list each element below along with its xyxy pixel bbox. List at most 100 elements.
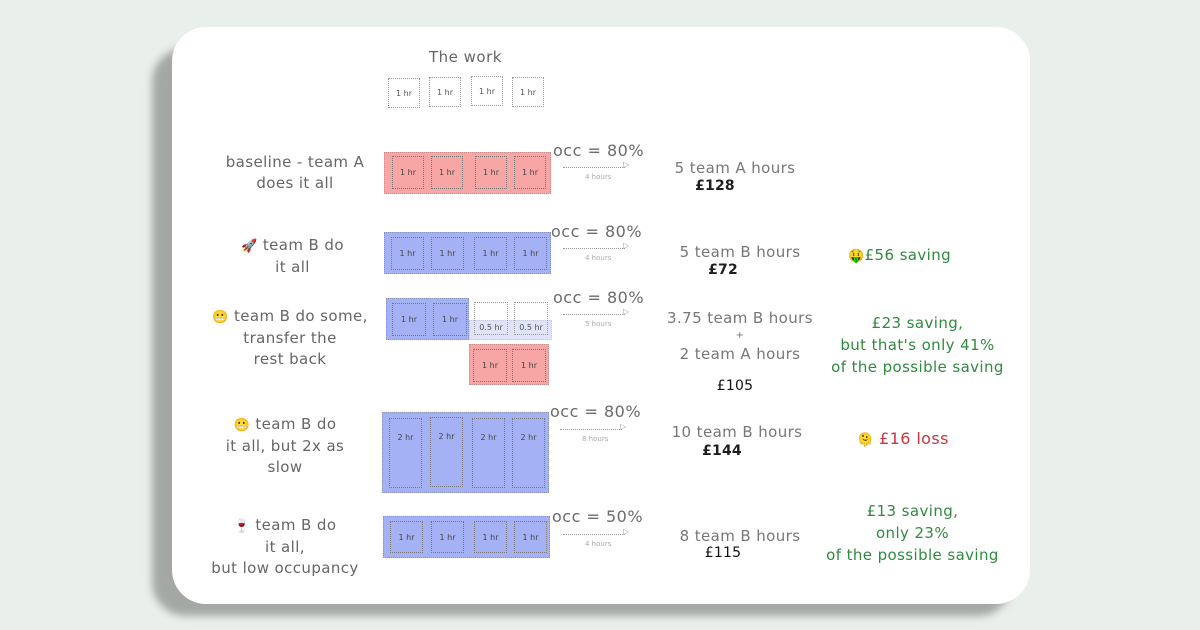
outcome-line: of the possible saving xyxy=(826,546,999,564)
label-line: transfer the xyxy=(243,329,337,347)
label-line: rest back xyxy=(253,350,327,368)
task-block: 1 hr xyxy=(475,156,507,189)
duration-arrow: ▷ 4 hours xyxy=(563,527,633,550)
cost-value: £128 xyxy=(695,178,735,194)
task-block: 2 hr xyxy=(512,418,545,488)
label-line: it all xyxy=(275,258,310,276)
scenario-label-team-b-slow: 😬 team B do it all, but 2x as slow xyxy=(205,414,365,478)
hours-line: 5 team A hours xyxy=(674,159,796,177)
rocket-icon: 🚀 xyxy=(241,239,258,254)
outcome-saving: 🤑£56 saving xyxy=(848,244,951,268)
work-task: 1 hr xyxy=(388,78,420,108)
task-block: 1 hr xyxy=(392,156,424,189)
hours-line: 8 team B hours xyxy=(679,527,801,545)
scenario-label-team-b-some: 😬 team B do some, transfer the rest back xyxy=(200,306,380,370)
task-block-partial: 0.5 hr xyxy=(474,302,508,335)
hours-summary: 8 team B hours xyxy=(645,525,835,547)
hours-summary: 10 team B hours xyxy=(642,421,832,443)
team-a-band: 1 hr 1 hr 1 hr 1 hr xyxy=(384,152,551,194)
hours-line: 2 team A hours xyxy=(679,345,801,363)
melting-face-icon: 🫠 xyxy=(857,433,874,448)
work-title: The work xyxy=(429,48,502,66)
duration-label: 4 hours xyxy=(585,173,612,181)
label-line: team B do xyxy=(255,415,337,433)
occupancy-text: occ = 80% xyxy=(553,141,645,160)
task-block: 1 hr xyxy=(514,237,547,270)
hours-plus: + xyxy=(735,330,745,341)
grimacing-face-icon: 😬 xyxy=(212,310,229,325)
work-task: 1 hr xyxy=(471,76,503,106)
hours-line: 3.75 team B hours xyxy=(667,309,813,327)
scenario-label-team-b-all: 🚀 team B do it all xyxy=(205,235,380,278)
duration-arrow: ▷ 4 hours xyxy=(563,160,633,183)
occupancy-text: occ = 80% xyxy=(550,402,642,421)
task-block: 1 hr xyxy=(512,349,546,382)
label-line: does it all xyxy=(256,174,334,192)
duration-label: 4 hours xyxy=(585,540,612,548)
arrow-head-icon: ▷ xyxy=(623,160,630,169)
cost-value: £105 xyxy=(716,378,754,394)
scenario-label-baseline: baseline - team A does it all xyxy=(205,152,385,194)
label-line: team B do xyxy=(262,236,344,254)
arrow-head-icon: ▷ xyxy=(623,527,630,536)
task-block: 1 hr xyxy=(431,237,464,270)
occupancy-text: occ = 80% xyxy=(551,222,643,241)
duration-arrow: ▷ 4 hours xyxy=(563,241,633,264)
outcome-line: but that's only 41% xyxy=(840,336,995,354)
money-mouth-face-icon: 🤑 xyxy=(848,249,865,264)
arrow-head-icon: ▷ xyxy=(623,241,630,250)
wine-glass-icon: 🍷 xyxy=(233,519,251,534)
outcome-saving: £13 saving, only 23% of the possible sav… xyxy=(815,500,1010,566)
label-line: team B do some, xyxy=(233,307,368,325)
outcome-line: £23 saving, xyxy=(871,314,964,332)
team-b-band: 1 hr 1 hr 1 hr 1 hr xyxy=(384,232,551,274)
label-line: baseline - team A xyxy=(225,153,365,171)
team-b-band: 1 hr 1 hr 1 hr 1 hr xyxy=(383,516,550,558)
outcome-line: only 23% xyxy=(875,524,950,542)
hours-line: 10 team B hours xyxy=(671,423,803,441)
team-b-band: 2 hr 2 hr 2 hr 2 hr xyxy=(382,412,549,493)
hours-summary: 5 team B hours xyxy=(645,241,835,263)
hours-line: 5 team B hours xyxy=(679,243,801,261)
task-block: 2 hr xyxy=(472,418,505,488)
occupancy-text: occ = 50% xyxy=(552,507,644,526)
occupancy-text: occ = 80% xyxy=(553,288,645,307)
team-a-band: 1 hr 1 hr xyxy=(469,344,549,385)
label-line: team B do xyxy=(255,516,337,534)
outcome-saving: £23 saving, but that's only 41% of the p… xyxy=(820,312,1015,378)
team-b-band: 1 hr 1 hr xyxy=(386,298,469,340)
outcome-line: of the possible saving xyxy=(831,358,1004,376)
grimacing-face-icon: 😬 xyxy=(233,418,251,433)
task-block: 1 hr xyxy=(474,237,507,270)
label-line: it all, but 2x as xyxy=(225,437,345,455)
cost-value: £115 xyxy=(704,545,742,561)
label-line: but low occupancy xyxy=(211,559,359,577)
task-block-partial: 0.5 hr xyxy=(514,302,548,335)
duration-label: 5 hours xyxy=(585,320,612,328)
arrow-head-icon: ▷ xyxy=(620,422,627,431)
task-block: 1 hr xyxy=(431,521,464,553)
outcome-loss: 🫠 £16 loss xyxy=(857,429,949,448)
task-block: 1 hr xyxy=(514,156,546,189)
task-block: 1 hr xyxy=(433,303,467,336)
duration-label: 4 hours xyxy=(585,254,612,262)
task-block: 1 hr xyxy=(514,521,547,553)
task-block: 2 hr xyxy=(430,417,463,487)
task-block: 1 hr xyxy=(474,521,507,553)
work-task: 1 hr xyxy=(512,77,544,107)
label-line: slow xyxy=(267,458,303,476)
cost-value: £144 xyxy=(702,443,742,459)
duration-arrow: ▷ 5 hours xyxy=(563,307,633,330)
outcome-line: £16 loss xyxy=(879,429,949,448)
hours-summary: 3.75 team B hours + 2 team A hours xyxy=(645,307,835,365)
scenario-label-team-b-low-occ: 🍷 team B do it all, but low occupancy xyxy=(205,515,365,579)
arrow-head-icon: ▷ xyxy=(623,307,630,316)
duration-label: 8 hours xyxy=(582,435,609,443)
task-block: 1 hr xyxy=(392,303,426,336)
task-block: 1 hr xyxy=(473,349,507,382)
outcome-line: £13 saving, xyxy=(866,502,959,520)
hours-summary: 5 team A hours xyxy=(640,157,830,179)
outcome-line: £56 saving xyxy=(864,246,952,264)
task-block: 1 hr xyxy=(391,237,424,270)
label-line: it all, xyxy=(265,538,305,556)
